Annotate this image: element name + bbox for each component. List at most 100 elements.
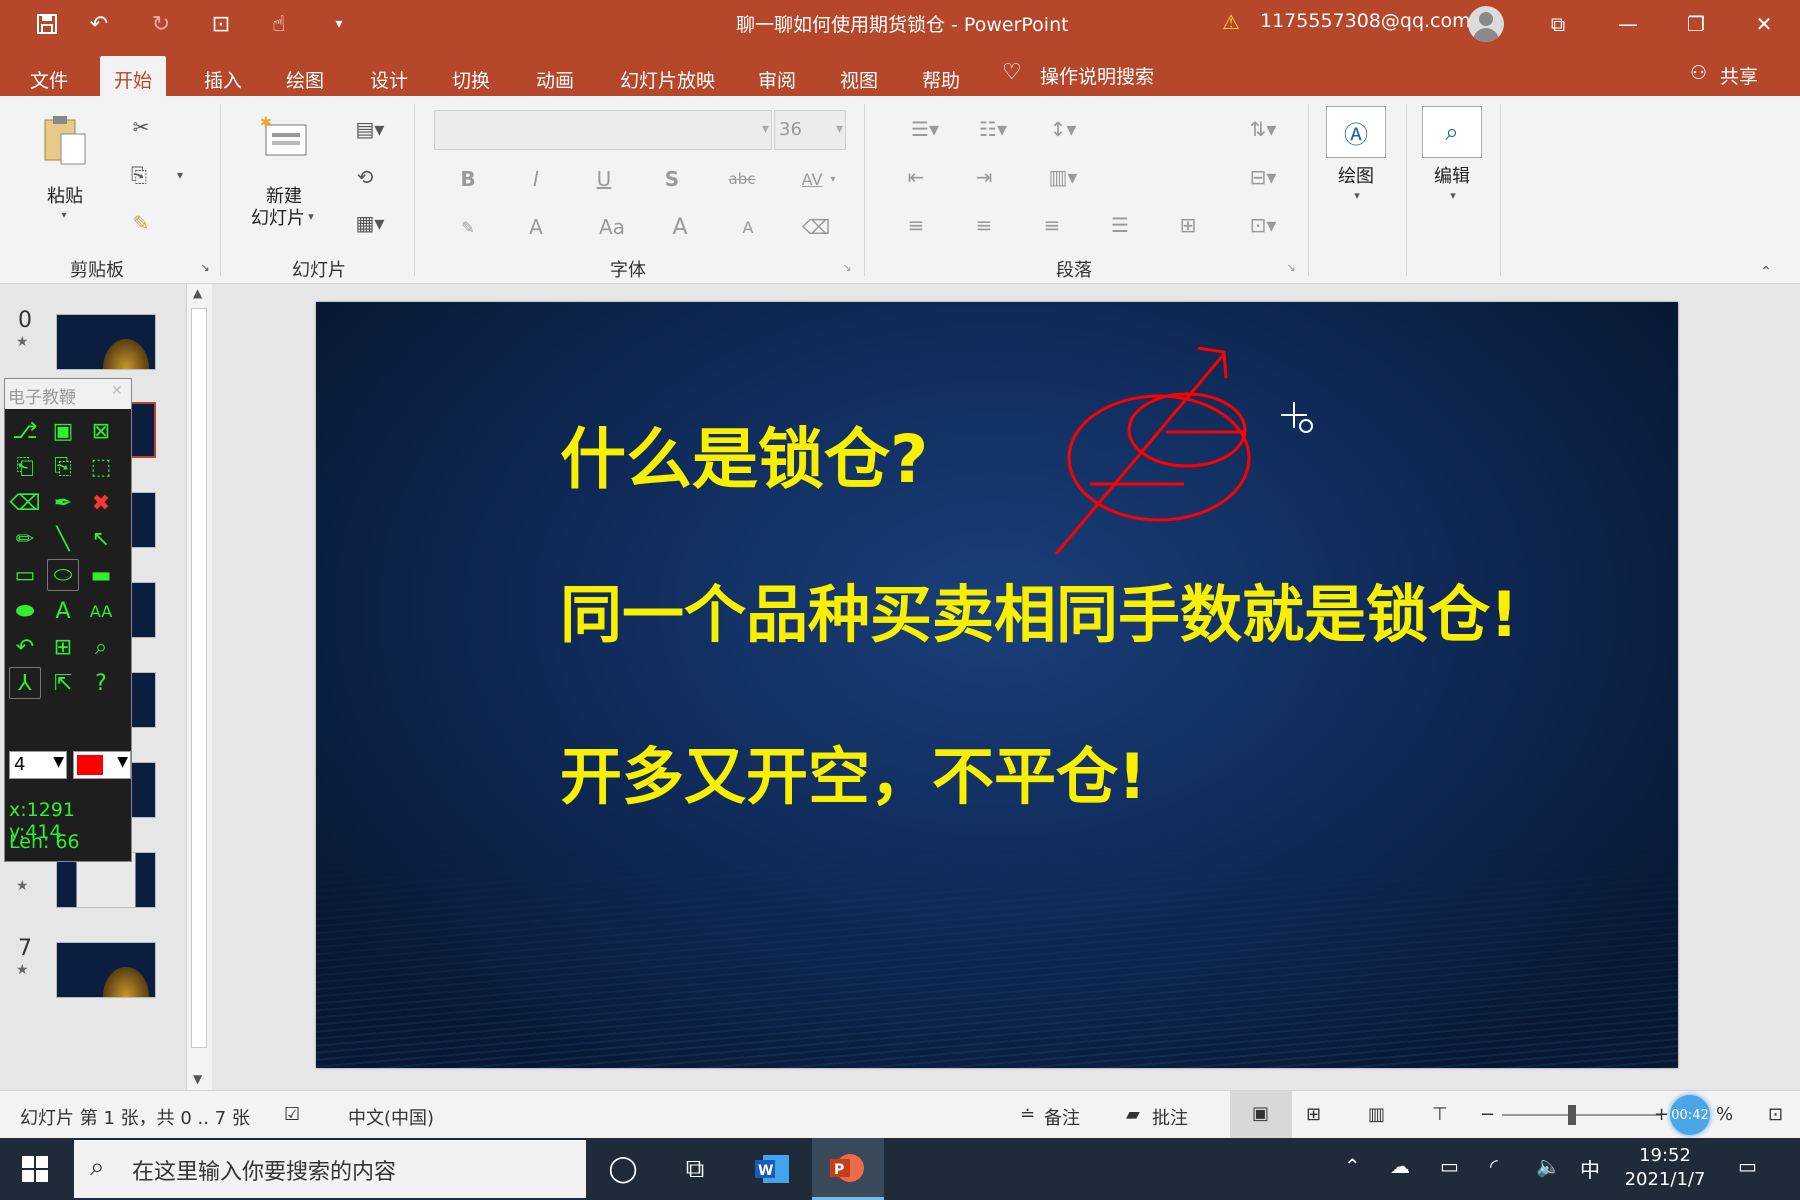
editing-label[interactable]: 编辑 bbox=[1412, 162, 1492, 188]
grow-font-button[interactable]: A bbox=[664, 212, 696, 242]
notes-icon[interactable]: ≐ bbox=[1020, 1104, 1035, 1125]
line-icon[interactable]: ╲ bbox=[47, 523, 79, 555]
scroll-up-icon[interactable]: ▲ bbox=[193, 286, 202, 300]
touch-mode-icon[interactable]: ☝ bbox=[262, 8, 296, 40]
thumbnail-scrollbar[interactable]: ▲ ▼ bbox=[186, 284, 212, 1090]
undo-icon[interactable]: ↶ bbox=[9, 631, 41, 663]
wifi-icon[interactable]: ◜ bbox=[1490, 1154, 1498, 1178]
tab-file[interactable]: 文件 bbox=[16, 56, 82, 96]
copy-dropdown-icon[interactable]: ▾ bbox=[170, 160, 190, 190]
tab-animations[interactable]: 动画 bbox=[522, 56, 588, 96]
slideshow-icon[interactable]: ⊤ bbox=[1432, 1104, 1448, 1125]
customize-icon[interactable]: ▾ bbox=[322, 8, 356, 40]
zoom-percent[interactable]: % bbox=[1716, 1104, 1733, 1125]
taskbar-search-input[interactable]: ⌕ 在这里输入你要搜索的内容 bbox=[74, 1140, 586, 1198]
ribbon-display-icon[interactable]: ⧉ bbox=[1524, 0, 1592, 48]
copy-icon[interactable]: ⎘ bbox=[47, 451, 79, 483]
tell-me-search[interactable]: 操作说明搜索 bbox=[1040, 62, 1154, 89]
align-text-icon[interactable]: ⊟▾ bbox=[1238, 162, 1288, 192]
slide-canvas[interactable]: 什么是锁仓? 同一个品种买卖相同手数就是锁仓! 开多又开空，不平仓! bbox=[316, 302, 1678, 1068]
text-icon[interactable]: A bbox=[47, 595, 79, 627]
clock[interactable]: 19:52 2021/1/7 bbox=[1620, 1144, 1710, 1192]
volume-icon[interactable]: 🔈 bbox=[1536, 1154, 1561, 1178]
filled-rectangle-icon[interactable]: ▬ bbox=[85, 559, 117, 591]
task-view-icon[interactable]: ⧉ bbox=[662, 1138, 728, 1200]
font-name-input[interactable]: ▾ bbox=[434, 110, 772, 150]
align-center-icon[interactable]: ≡ bbox=[968, 210, 1000, 240]
cortana-icon[interactable]: ◯ bbox=[590, 1138, 656, 1200]
justify-icon[interactable]: ☰ bbox=[1104, 210, 1136, 240]
clipboard-launcher-icon[interactable]: ↘ bbox=[198, 260, 212, 274]
smartart-icon[interactable]: ⊡▾ bbox=[1238, 210, 1288, 240]
magnifier-icon[interactable]: ⌕ bbox=[85, 631, 117, 663]
pen-icon[interactable]: ⅄ bbox=[9, 667, 41, 699]
save-icon[interactable]: ▣ bbox=[47, 415, 79, 447]
underline-button[interactable]: U bbox=[588, 164, 620, 194]
paste-icon[interactable]: ⎗ bbox=[9, 451, 41, 483]
copy-icon[interactable]: ⎘ bbox=[124, 160, 154, 190]
dropper-icon[interactable]: ✒ bbox=[47, 487, 79, 519]
tab-insert[interactable]: 插入 bbox=[190, 56, 256, 96]
tab-transitions[interactable]: 切换 bbox=[438, 56, 504, 96]
align-left-icon[interactable]: ≡ bbox=[900, 210, 932, 240]
zoom-out-icon[interactable]: − bbox=[1480, 1104, 1495, 1125]
cut-icon[interactable]: ✂ bbox=[126, 112, 156, 142]
clear-formatting-icon[interactable]: ⌫ bbox=[800, 212, 832, 242]
fit-slide-icon[interactable]: ⊡ bbox=[1768, 1104, 1783, 1125]
pen-size-select[interactable]: 4 ▼ bbox=[9, 751, 67, 779]
comments-icon[interactable]: ▰ bbox=[1126, 1104, 1140, 1125]
section-icon[interactable]: ▦▾ bbox=[350, 210, 390, 236]
powerpoint-icon[interactable]: P bbox=[812, 1138, 884, 1200]
eraser-icon[interactable]: ⌫ bbox=[9, 487, 41, 519]
undo-icon[interactable]: ↶ bbox=[82, 8, 116, 40]
line-spacing-icon[interactable]: ↕▾ bbox=[1038, 114, 1088, 144]
onedrive-icon[interactable]: ☁ bbox=[1390, 1154, 1410, 1178]
paste-label[interactable]: 粘贴 bbox=[40, 182, 90, 208]
font-icon[interactable]: AA bbox=[85, 595, 117, 627]
pencil-icon[interactable]: ✏ bbox=[9, 523, 41, 555]
tab-home[interactable]: 开始 bbox=[100, 56, 167, 96]
comments-button[interactable]: 批注 bbox=[1152, 1104, 1188, 1130]
new-slide-dropdown-icon[interactable]: ▾ bbox=[304, 206, 318, 226]
close-icon[interactable]: ✕ bbox=[1730, 0, 1798, 48]
windows-start-icon[interactable] bbox=[0, 1138, 70, 1200]
scroll-down-icon[interactable]: ▼ bbox=[193, 1072, 202, 1086]
format-painter-icon[interactable]: ✎ bbox=[126, 208, 156, 238]
open-folder-icon[interactable]: ⎇ bbox=[9, 415, 41, 447]
drawing-dropdown-icon[interactable]: ▾ bbox=[1350, 188, 1364, 202]
drawing-label[interactable]: 绘图 bbox=[1316, 162, 1396, 188]
language[interactable]: 中文(中国) bbox=[348, 1104, 434, 1130]
layout-icon[interactable]: ▤▾ bbox=[350, 116, 390, 142]
restore-icon[interactable]: ❐ bbox=[1662, 0, 1730, 48]
shadow-button[interactable]: S bbox=[656, 164, 688, 194]
redo-icon[interactable]: ↻ bbox=[144, 8, 178, 40]
close-icon[interactable]: ✕ bbox=[107, 383, 127, 403]
tray-chevron-icon[interactable]: ⌃ bbox=[1344, 1154, 1361, 1178]
shrink-font-button[interactable]: A bbox=[732, 212, 764, 242]
bold-button[interactable]: B bbox=[452, 164, 484, 194]
warning-icon[interactable]: ⚠ bbox=[1222, 10, 1240, 34]
normal-view-icon[interactable]: ▣ bbox=[1230, 1091, 1292, 1139]
select-rect-icon[interactable]: ⬚ bbox=[85, 451, 117, 483]
char-spacing-button[interactable]: AV bbox=[796, 164, 828, 194]
user-email[interactable]: 1175557308@qq.com bbox=[1260, 10, 1471, 32]
slide-count[interactable]: 幻灯片 第 1 张，共 0 .. 7 张 bbox=[20, 1104, 250, 1130]
spellcheck-icon[interactable]: ☑ bbox=[284, 1104, 300, 1125]
avatar[interactable] bbox=[1468, 6, 1504, 42]
paste-icon[interactable] bbox=[40, 112, 90, 170]
change-case-button[interactable]: Aa bbox=[592, 212, 632, 242]
tab-review[interactable]: 审阅 bbox=[744, 56, 810, 96]
slide-sorter-icon[interactable]: ⊞ bbox=[1306, 1104, 1321, 1125]
rectangle-icon[interactable]: ▭ bbox=[9, 559, 41, 591]
filled-ellipse-icon[interactable]: ⬬ bbox=[9, 595, 41, 627]
minimize-icon[interactable]: — bbox=[1594, 0, 1662, 48]
share-button[interactable]: 共享 bbox=[1720, 62, 1758, 89]
slide-thumbnail[interactable] bbox=[56, 942, 156, 998]
reading-view-icon[interactable]: ▥ bbox=[1368, 1104, 1385, 1125]
zoom-slider-thumb[interactable] bbox=[1568, 1105, 1576, 1125]
new-slide-icon[interactable]: ✱ bbox=[258, 112, 310, 162]
search-icon[interactable]: ⌕ bbox=[1422, 106, 1482, 158]
clear-icon[interactable]: ✖ bbox=[85, 487, 117, 519]
distributed-icon[interactable]: ⊞ bbox=[1172, 210, 1204, 240]
drawing-icon[interactable]: Ⓐ bbox=[1326, 106, 1386, 158]
